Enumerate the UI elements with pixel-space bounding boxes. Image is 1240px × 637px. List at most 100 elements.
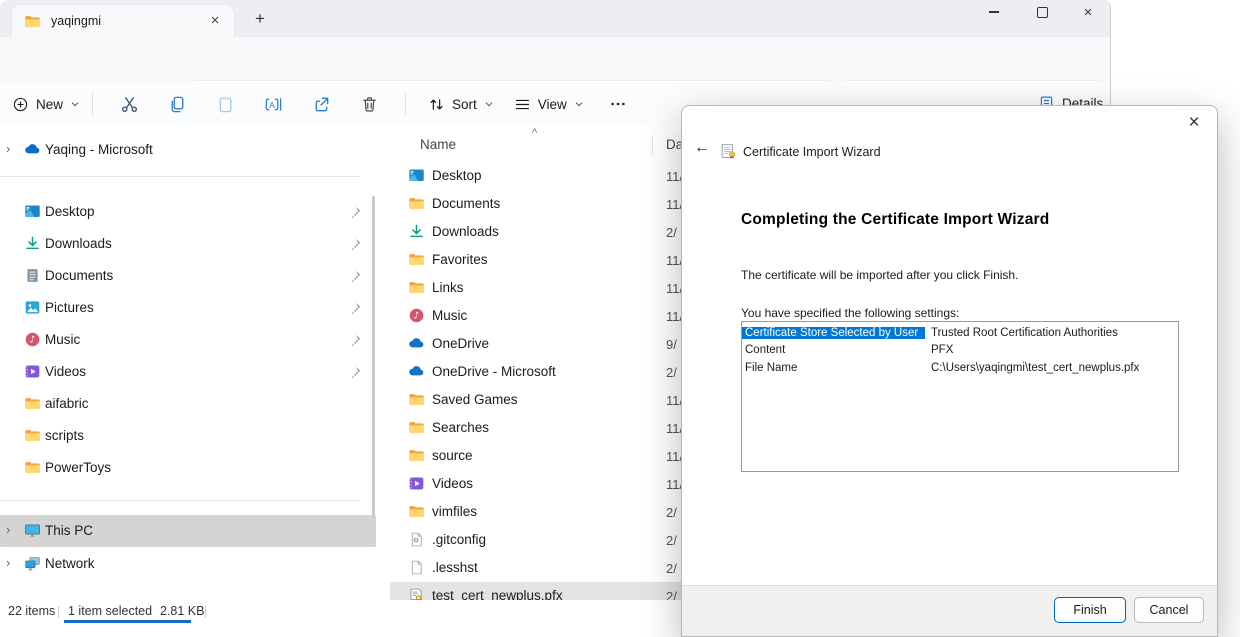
settings-list[interactable]: Certificate Store Selected by User Trust… bbox=[741, 321, 1179, 472]
sidebar-item-label: Downloads bbox=[45, 236, 112, 251]
sidebar-item-downloads[interactable]: Downloads bbox=[0, 228, 366, 260]
selection-size: 2.81 KB bbox=[160, 604, 204, 618]
item-count: 22 items bbox=[8, 604, 55, 618]
pin-icon bbox=[348, 301, 362, 315]
settings-label: You have specified the following setting… bbox=[741, 306, 959, 320]
selection-count: 1 item selected bbox=[68, 604, 152, 618]
new-tab-button[interactable]: + bbox=[249, 8, 271, 30]
sidebar-item-network[interactable]: › Network bbox=[0, 548, 366, 580]
downloads-icon bbox=[24, 235, 41, 252]
sidebar-item-pictures[interactable]: Pictures bbox=[0, 292, 366, 324]
toolbar-divider bbox=[92, 92, 93, 116]
documents-icon bbox=[24, 267, 41, 284]
view-button[interactable]: View bbox=[514, 96, 584, 113]
sidebar-item-music[interactable]: ♪ Music bbox=[0, 324, 366, 356]
folder-icon bbox=[408, 251, 425, 268]
sidebar-item-scripts[interactable]: scripts bbox=[0, 420, 366, 452]
setting-value: C:\Users\yaqingmi\test_cert_newplus.pfx bbox=[925, 362, 1139, 374]
sidebar-item-label: Documents bbox=[45, 268, 113, 283]
share-button[interactable] bbox=[309, 92, 333, 116]
folder-icon bbox=[408, 195, 425, 212]
dialog-back-button[interactable]: ← bbox=[694, 139, 710, 157]
folder-icon bbox=[408, 279, 425, 296]
sidebar-item-aifabric[interactable]: aifabric bbox=[0, 388, 366, 420]
window-minimize-button[interactable] bbox=[976, 0, 1012, 24]
window-maximize-button[interactable] bbox=[1024, 0, 1060, 24]
expand-chevron-icon[interactable]: › bbox=[6, 141, 10, 156]
settings-row-file-name[interactable]: File Name C:\Users\yaqingmi\test_cert_ne… bbox=[742, 359, 1178, 377]
rename-button[interactable]: A bbox=[261, 92, 285, 116]
copy-button[interactable] bbox=[165, 92, 189, 116]
folder-icon bbox=[408, 503, 425, 520]
sort-button[interactable]: Sort bbox=[428, 96, 494, 113]
sidebar-item-desktop[interactable]: Desktop bbox=[0, 196, 366, 228]
sidebar-item-label: Yaqing - Microsoft bbox=[45, 142, 153, 157]
explorer-tab[interactable]: yaqingmi × bbox=[12, 5, 234, 37]
wizard-intro-text: The certificate will be imported after y… bbox=[741, 268, 1018, 282]
dialog-close-button[interactable]: × bbox=[1181, 110, 1207, 136]
view-button-label: View bbox=[538, 97, 567, 112]
column-divider[interactable] bbox=[652, 135, 653, 155]
sidebar-item-label: Network bbox=[45, 556, 95, 571]
sidebar-scrollbar[interactable] bbox=[372, 196, 375, 518]
pictures-icon bbox=[24, 299, 41, 316]
folder-icon bbox=[408, 447, 425, 464]
gear-file-icon: ⚙ bbox=[408, 531, 425, 548]
folder-icon bbox=[24, 13, 41, 30]
sidebar-item-label: This PC bbox=[45, 523, 93, 538]
navigation-pane: › Yaqing - Microsoft Desktop Downloads D… bbox=[0, 126, 376, 600]
sidebar-item-documents[interactable]: Documents bbox=[0, 260, 366, 292]
sidebar-divider bbox=[0, 500, 360, 501]
onedrive-cloud-icon bbox=[408, 335, 425, 352]
folder-icon bbox=[24, 427, 41, 444]
finish-button[interactable]: Finish bbox=[1054, 597, 1126, 623]
chevron-down-icon bbox=[70, 99, 80, 109]
paste-button[interactable] bbox=[213, 92, 237, 116]
svg-text:⚙: ⚙ bbox=[413, 536, 419, 544]
delete-button[interactable] bbox=[357, 92, 381, 116]
sidebar-item-label: Pictures bbox=[45, 300, 94, 315]
new-button[interactable]: New bbox=[12, 96, 80, 113]
sidebar-item-label: PowerToys bbox=[45, 460, 111, 475]
svg-text:A: A bbox=[269, 99, 275, 109]
svg-text:♪: ♪ bbox=[414, 311, 420, 322]
music-icon: ♪ bbox=[24, 331, 41, 348]
onedrive-cloud-icon bbox=[408, 363, 425, 380]
status-divider bbox=[205, 606, 206, 618]
status-divider bbox=[58, 606, 59, 618]
expand-chevron-icon[interactable]: › bbox=[6, 555, 10, 570]
expand-chevron-icon[interactable]: › bbox=[6, 522, 10, 537]
music-icon: ♪ bbox=[408, 307, 425, 324]
this-pc-icon bbox=[24, 522, 41, 539]
sidebar-item-powertoys[interactable]: PowerToys bbox=[0, 452, 366, 484]
certificate-import-wizard-dialog: × ← Certificate Import Wizard Completing… bbox=[681, 105, 1218, 637]
sort-icon bbox=[428, 96, 445, 113]
network-icon bbox=[24, 555, 41, 572]
window-close-button[interactable]: × bbox=[1070, 0, 1106, 24]
sidebar-divider bbox=[0, 176, 360, 177]
column-header-name[interactable]: Name bbox=[420, 137, 456, 152]
more-options-button[interactable] bbox=[606, 92, 630, 116]
new-button-label: New bbox=[36, 97, 63, 112]
wizard-heading: Completing the Certificate Import Wizard bbox=[741, 211, 1049, 229]
settings-row-store[interactable]: Certificate Store Selected by User Trust… bbox=[742, 324, 1178, 342]
settings-row-content[interactable]: Content PFX bbox=[742, 342, 1178, 360]
tab-bar: yaqingmi × + × bbox=[0, 0, 1110, 37]
pin-icon bbox=[348, 237, 362, 251]
setting-label-selected: Certificate Store Selected by User bbox=[742, 327, 925, 339]
certificate-wizard-icon bbox=[720, 143, 737, 160]
folder-icon bbox=[24, 459, 41, 476]
sort-button-label: Sort bbox=[452, 97, 477, 112]
pin-icon bbox=[348, 333, 362, 347]
sidebar-item-videos[interactable]: Videos bbox=[0, 356, 366, 388]
cancel-button[interactable]: Cancel bbox=[1134, 597, 1204, 623]
cut-button[interactable] bbox=[117, 92, 141, 116]
tab-close-icon[interactable]: × bbox=[204, 10, 226, 32]
sidebar-item-label: scripts bbox=[45, 428, 84, 443]
dialog-footer: Finish Cancel bbox=[682, 585, 1217, 636]
sidebar-item-onedrive[interactable]: › Yaqing - Microsoft bbox=[0, 134, 366, 166]
folder-icon bbox=[408, 419, 425, 436]
pin-icon bbox=[348, 269, 362, 283]
sidebar-item-this-pc[interactable]: › This PC bbox=[0, 515, 376, 547]
sidebar-item-label: Videos bbox=[45, 364, 86, 379]
